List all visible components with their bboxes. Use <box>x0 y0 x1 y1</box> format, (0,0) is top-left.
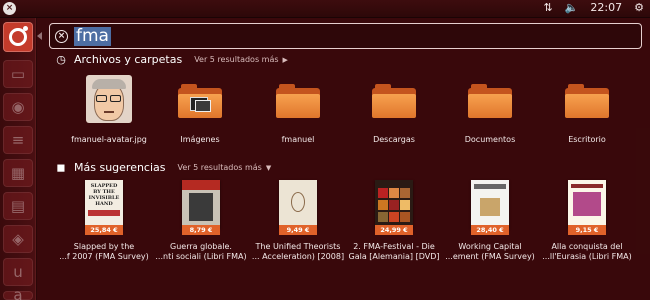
files-category-header: ◷ Archivos y carpetas Ver 5 resultados m… <box>55 53 288 66</box>
folder-label: Escritorio <box>568 135 606 144</box>
price-badge: 28,40 € <box>471 225 509 235</box>
suggestion-tile-3[interactable]: 9,49 € The Unified Theorists ... Acceler… <box>250 178 346 268</box>
folder-icon <box>276 84 320 118</box>
book-cover <box>471 180 509 228</box>
search-input[interactable]: × fma <box>49 23 642 49</box>
files-category-title: Archivos y carpetas <box>74 53 183 66</box>
close-icon[interactable]: × <box>3 2 16 15</box>
folder-tile-documentos[interactable]: Documentos <box>442 70 538 150</box>
price-badge: 24,99 € <box>375 225 413 235</box>
folder-tile-descargas[interactable]: Descargas <box>346 70 442 150</box>
price-badge: 25,84 € <box>85 225 123 235</box>
suggestion-title: Guerra globale. <box>170 242 232 251</box>
book-cover <box>182 180 220 228</box>
suggestion-subtitle: ...ll'Eurasia (Libri FMA) <box>542 252 632 261</box>
suggestion-subtitle: ... Acceleration) [2008] <box>251 252 345 261</box>
suggestion-title: Working Capital <box>458 242 522 251</box>
book-cover: SLAPPED BY THE INVISIBLE HAND <box>85 180 123 228</box>
suggestion-title: 2. FMA-Festival - Die <box>353 242 435 251</box>
suggestion-subtitle: ...ement (FMA Survey) <box>445 252 535 261</box>
ubuntu-one-icon[interactable]: u <box>3 258 33 286</box>
folder-label: Descargas <box>373 135 415 144</box>
amazon-icon[interactable]: a <box>3 288 33 300</box>
folder-tile-escritorio[interactable]: Escritorio <box>539 70 635 150</box>
shopping-bag-icon: ◼ <box>56 160 66 174</box>
files-icon[interactable]: ▭ <box>3 60 33 88</box>
network-updown-icon[interactable]: ⇅ <box>544 1 553 14</box>
suggestion-tile-2[interactable]: 8,79 € Guerra globale. ...nti sociali (L… <box>153 178 249 268</box>
indicator-tray: ⇅ 🔈 22:07 ⚙ <box>544 1 645 14</box>
dvd-cover <box>375 180 413 228</box>
suggestions-category-header: ◼ Más sugerencias Ver 5 resultados más ▼ <box>55 161 271 174</box>
writer-icon[interactable]: ≡ <box>3 126 33 154</box>
software-center-icon[interactable]: ◈ <box>3 225 33 253</box>
suggestion-title: Alla conquista del <box>551 242 623 251</box>
file-tile-avatar[interactable]: fmanuel-avatar.jpg <box>61 70 157 150</box>
suggestions-more-link[interactable]: Ver 5 resultados más <box>178 163 262 172</box>
suggestion-title: Slapped by the <box>73 242 135 251</box>
dash-home-button[interactable] <box>3 22 33 52</box>
folder-icon <box>565 84 609 118</box>
calc-icon[interactable]: ▦ <box>3 159 33 187</box>
impress-icon[interactable]: ▤ <box>3 192 33 220</box>
folder-tile-fmanuel[interactable]: fmanuel <box>250 70 346 150</box>
chevron-right-icon[interactable]: ▶ <box>283 56 288 64</box>
volume-icon[interactable]: 🔈 <box>565 1 579 14</box>
price-badge: 9,15 € <box>568 225 606 235</box>
folder-pictures-icon <box>178 84 222 118</box>
search-query[interactable]: fma <box>74 26 111 46</box>
top-panel: × ⇅ 🔈 22:07 ⚙ <box>0 0 650 18</box>
ubuntu-logo-icon <box>9 26 28 46</box>
book-cover <box>568 180 606 228</box>
clock-time[interactable]: 22:07 <box>590 1 622 14</box>
price-badge: 9,49 € <box>279 225 317 235</box>
clear-icon[interactable]: × <box>55 29 68 43</box>
clock-icon: ◷ <box>56 52 66 66</box>
suggestion-tile-6[interactable]: 9,15 € Alla conquista del ...ll'Eurasia … <box>539 178 635 268</box>
price-badge: 8,79 € <box>182 225 220 235</box>
chevron-down-icon[interactable]: ▼ <box>266 164 271 172</box>
firefox-icon[interactable]: ◉ <box>3 93 33 121</box>
suggestion-title: The Unified Theorists <box>255 242 341 251</box>
suggestion-tile-4[interactable]: 24,99 € 2. FMA-Festival - Die Gala [Alem… <box>346 178 442 268</box>
files-more-link[interactable]: Ver 5 resultados más <box>194 55 278 64</box>
suggestion-subtitle: ...f 2007 (FMA Survey) <box>59 252 149 261</box>
suggestion-tile-5[interactable]: 28,40 € Working Capital ...ement (FMA Su… <box>442 178 538 268</box>
folder-label: Documentos <box>464 135 516 144</box>
launcher: ▭ ◉ ≡ ▦ ▤ ◈ u a <box>0 18 36 300</box>
folder-icon <box>468 84 512 118</box>
settings-gear-icon[interactable]: ⚙ <box>634 1 644 14</box>
suggestions-category-title: Más sugerencias <box>74 161 166 174</box>
suggestion-subtitle: Gala [Alemania] [DVD] <box>348 252 440 261</box>
folder-label: fmanuel <box>281 135 315 144</box>
folder-tile-imagenes[interactable]: Imágenes <box>152 70 248 150</box>
folder-label: Imágenes <box>180 135 220 144</box>
suggestion-subtitle: ...nti sociali (Libri FMA) <box>155 252 247 261</box>
window-controls: × <box>3 2 16 15</box>
suggestion-tile-1[interactable]: SLAPPED BY THE INVISIBLE HAND 25,84 € Sl… <box>56 178 152 268</box>
folder-icon <box>372 84 416 118</box>
avatar-thumbnail <box>86 75 132 123</box>
file-label: fmanuel-avatar.jpg <box>71 135 147 144</box>
book-cover <box>279 180 317 228</box>
